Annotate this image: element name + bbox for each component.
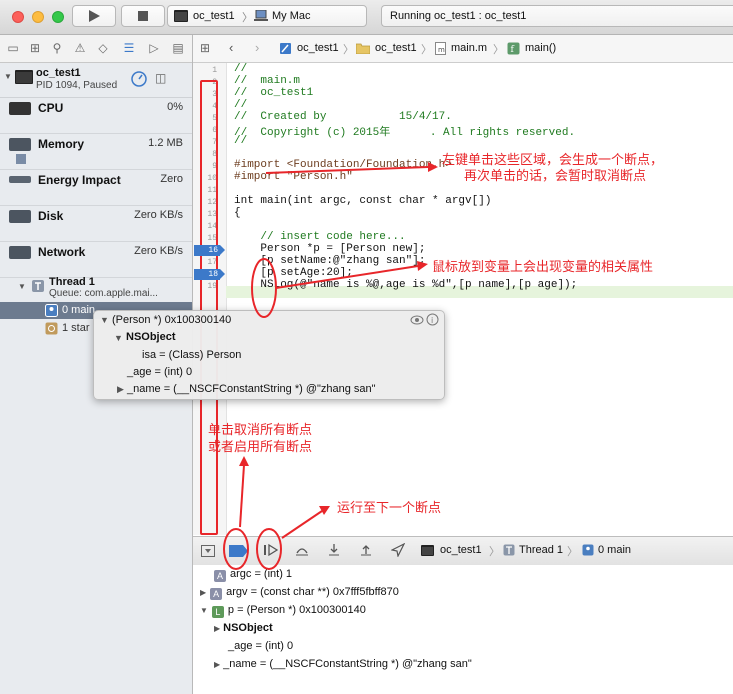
annotation-continue: 运行至下一个断点 [337,501,442,516]
annotation-gutter-line2: 再次单击的话，会暂时取消断点 [464,169,647,184]
annotation-toggle-line2: 或者启用所有断点 [208,440,313,455]
annotation-hover: 鼠标放到变量上会出现变量的相关属性 [432,260,654,275]
breakpoint-line-number: 16 [208,246,218,255]
breakpoint-line-number: 18 [208,270,218,279]
breakpoint-marker[interactable]: 16 [194,245,225,256]
breakpoint-marker[interactable]: 18 [194,269,225,280]
annotation-overlay [223,162,438,570]
